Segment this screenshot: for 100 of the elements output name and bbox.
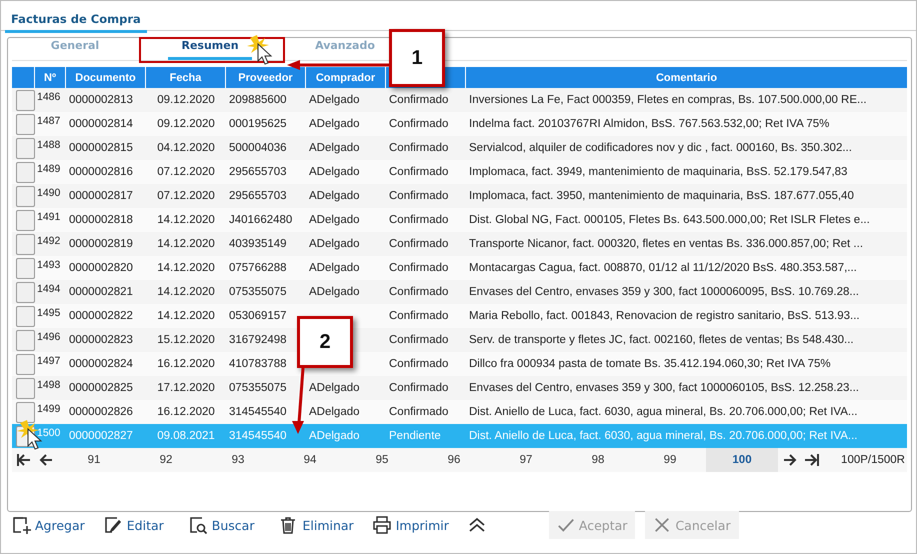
callout-number: 1 bbox=[389, 29, 445, 87]
table-cell: 14.12.2020 bbox=[157, 310, 215, 322]
page-link[interactable]: 99 bbox=[634, 448, 706, 472]
table-row[interactable]: 1497 0000002824 16.12.2020 410783788 Confirmado Dillco fra 000934 pasta de tomate Bs. 35.412.194.060,30; Ret IVA 75% bbox=[12, 352, 907, 376]
table-cell: 0000002826 bbox=[69, 406, 133, 418]
table-cell: 07.12.2020 bbox=[157, 166, 215, 178]
table-cell: 0000002817 bbox=[69, 190, 133, 202]
row-number: 1490 bbox=[37, 187, 60, 199]
table-cell: ADelgado bbox=[309, 190, 360, 202]
table-cell: Confirmado bbox=[389, 166, 448, 178]
column-header[interactable]: Fecha bbox=[170, 72, 202, 84]
previous-page-icon[interactable] bbox=[38, 452, 54, 468]
table-cell: ADelgado bbox=[309, 94, 360, 106]
table-cell: 0000002825 bbox=[69, 382, 133, 394]
table-cell: ADelgado bbox=[309, 382, 360, 394]
row-number: 1500 bbox=[37, 427, 60, 439]
page-summary: 100P/1500R bbox=[841, 454, 906, 466]
table-cell: 0000002816 bbox=[69, 166, 133, 178]
table-cell: ADelgado bbox=[309, 406, 360, 418]
table-row[interactable]: 1499 0000002826 16.12.2020 314545540 ADelgado Confirmado Dist. Aniello de Luca, fact. 6030, agua mineral, Bs. 20.706.000,00; Ret IVA... bbox=[12, 400, 907, 424]
table-cell: 075355075 bbox=[229, 382, 287, 394]
table-cell: 04.12.2020 bbox=[157, 142, 215, 154]
page-tab[interactable]: Facturas de Compra bbox=[5, 10, 147, 33]
column-header[interactable]: Comentario bbox=[656, 72, 718, 84]
row-number: 1493 bbox=[37, 259, 60, 271]
table-row[interactable]: 1494 0000002821 14.12.2020 075355075 ADelgado Confirmado Envases del Centro, envases 359 y 300, fact 1000060095, BsS. 10.769.28... bbox=[12, 280, 907, 304]
table-cell: Confirmado bbox=[389, 214, 448, 226]
page-link[interactable]: 94 bbox=[274, 448, 346, 472]
table-cell: Confirmado bbox=[389, 406, 448, 418]
search-button[interactable]: Buscar bbox=[184, 511, 258, 539]
table-cell: Inversiones La Fe, Fact 000359, Fletes en compras, Bs. 107.500.000,00 RE... bbox=[469, 94, 867, 106]
table-cell: Implomaca, fact. 3950, mantenimiento de maquinaria, BsS. 187.677.055,40 bbox=[469, 190, 854, 202]
column-header[interactable]: Proveedor bbox=[238, 72, 293, 84]
column-header[interactable]: Documento bbox=[75, 72, 136, 84]
column-header[interactable]: Nº bbox=[44, 72, 56, 84]
page-link[interactable]: 100 bbox=[706, 448, 778, 472]
table-cell: Confirmado bbox=[389, 118, 448, 130]
table-cell: ADelgado bbox=[309, 142, 360, 154]
table-cell: 14.12.2020 bbox=[157, 238, 215, 250]
row-number: 1488 bbox=[37, 139, 60, 151]
table-cell: 410783788 bbox=[229, 358, 287, 370]
table-cell: Confirmado bbox=[389, 286, 448, 298]
table-cell: 0000002819 bbox=[69, 238, 133, 250]
page-link[interactable]: 98 bbox=[562, 448, 634, 472]
table-cell: ADelgado bbox=[309, 214, 360, 226]
table-cell: 0000002820 bbox=[69, 262, 133, 274]
add-button[interactable]: Agregar bbox=[7, 511, 89, 539]
table-row[interactable]: 1493 0000002820 14.12.2020 075766288 ADelgado Confirmado Montacargas Cagua, fact. 008870, 01/12 al 11/12/2020 BsS. 480.353.587,... bbox=[12, 256, 907, 280]
delete-button[interactable]: Eliminar bbox=[274, 511, 358, 539]
table-cell: Pendiente bbox=[389, 430, 441, 442]
table-row[interactable]: 1486 0000002813 09.12.2020 209885600 ADelgado Confirmado Inversiones La Fe, Fact 000359, Fletes en compras, Bs. 107.500.000,00 RE... bbox=[12, 88, 907, 112]
table-cell: 0000002821 bbox=[69, 286, 133, 298]
table-cell: 14.12.2020 bbox=[157, 214, 215, 226]
table-cell: Serv. de transporte y fletes JC, fact. 002160, fletes de ventas; Bs 548.430... bbox=[469, 334, 854, 346]
table-cell: ADelgado bbox=[309, 262, 360, 274]
table-cell: 075766288 bbox=[229, 262, 287, 274]
row-number: 1494 bbox=[37, 283, 60, 295]
row-number: 1499 bbox=[37, 403, 60, 415]
page-link[interactable]: 97 bbox=[490, 448, 562, 472]
edit-button[interactable]: Editar bbox=[98, 511, 168, 539]
table-cell: 0000002822 bbox=[69, 310, 133, 322]
table-cell: Maria Rebollo, fact. 001843, Renovacion de registro sanitario, BsS. 513.93... bbox=[469, 310, 860, 322]
page-link[interactable]: 93 bbox=[202, 448, 274, 472]
table-cell: 16.12.2020 bbox=[157, 358, 215, 370]
print-button[interactable]: Imprimir bbox=[368, 511, 453, 539]
row-number: 1498 bbox=[37, 379, 60, 391]
table-cell: 209885600 bbox=[229, 94, 287, 106]
row-number: 1489 bbox=[37, 163, 60, 175]
table-row[interactable]: 1495 0000002822 14.12.2020 053069157 Confirmado Maria Rebollo, fact. 001843, Renovacion de registro sanitario, BsS. 513.93... bbox=[12, 304, 907, 328]
last-page-icon[interactable] bbox=[804, 452, 820, 468]
page-link[interactable]: 91 bbox=[58, 448, 130, 472]
page-link[interactable]: 95 bbox=[346, 448, 418, 472]
callout-number: 2 bbox=[297, 316, 353, 368]
table-cell: 0000002814 bbox=[69, 118, 133, 130]
page-link[interactable]: 96 bbox=[418, 448, 490, 472]
table-cell: Confirmado bbox=[389, 382, 448, 394]
table-row[interactable]: 1489 0000002816 07.12.2020 295655703 ADelgado Confirmado Implomaca, fact. 3949, mantenimiento de maquinaria, BsS. 52.179.547,83 bbox=[12, 160, 907, 184]
table-row[interactable]: 1488 0000002815 04.12.2020 500004036 ADelgado Confirmado Servialcod, alquiler de codificadores nov y dic , fact. 000160, Bs. 350.302... bbox=[12, 136, 907, 160]
table-cell: 17.12.2020 bbox=[157, 382, 215, 394]
table-cell: 295655703 bbox=[229, 166, 287, 178]
table-row[interactable]: 1491 0000002818 14.12.2020 J401662480 ADelgado Confirmado Dist. Global NG, Fact. 000105, Fletes Bs. 643.500.000,00; Ret ISLR Fletes e... bbox=[12, 208, 907, 232]
table-cell: ADelgado bbox=[309, 286, 360, 298]
first-page-icon[interactable] bbox=[16, 452, 32, 468]
table-cell: 0000002824 bbox=[69, 358, 133, 370]
table-cell: Implomaca, fact. 3949, mantenimiento de maquinaria, BsS. 52.179.547,83 bbox=[469, 166, 848, 178]
table-cell: Confirmado bbox=[389, 334, 448, 346]
page-link[interactable]: 92 bbox=[130, 448, 202, 472]
table-row[interactable]: 1498 0000002825 17.12.2020 075355075 ADelgado Confirmado Envases del Centro, envases 359 y 300, fact 1000060105, BsS. 12.258.23... bbox=[12, 376, 907, 400]
search-icon bbox=[188, 515, 208, 535]
table-row[interactable]: 1492 0000002819 14.12.2020 403935149 ADelgado Confirmado Transporte Nicanor, fact. 000320, fletes en ventas Bs. 336.000.857,00; Ret ... bbox=[12, 232, 907, 256]
next-page-icon[interactable] bbox=[782, 452, 798, 468]
table-row[interactable]: 1487 0000002814 09.12.2020 000195625 ADelgado Confirmado Indelma fact. 20103767RI Almidon, BsS. 767.563.532,00; Ret IVA 75% bbox=[12, 112, 907, 136]
column-header[interactable]: Comprador bbox=[316, 72, 376, 84]
table-cell: 0000002827 bbox=[69, 430, 133, 442]
table-cell: 053069157 bbox=[229, 310, 287, 322]
table-cell: Dist. Aniello de Luca, fact. 6030, agua mineral, Bs. 20.706.000,00; Ret IVA... bbox=[469, 406, 858, 418]
row-number: 1495 bbox=[37, 307, 60, 319]
table-cell: 403935149 bbox=[229, 238, 287, 250]
table-cell: Envases del Centro, envases 359 y 300, fact 1000060105, BsS. 12.258.23... bbox=[469, 382, 859, 394]
table-row[interactable]: 1490 0000002817 07.12.2020 295655703 ADelgado Confirmado Implomaca, fact. 3950, mantenimiento de maquinaria, BsS. 187.677.055,40 bbox=[12, 184, 907, 208]
